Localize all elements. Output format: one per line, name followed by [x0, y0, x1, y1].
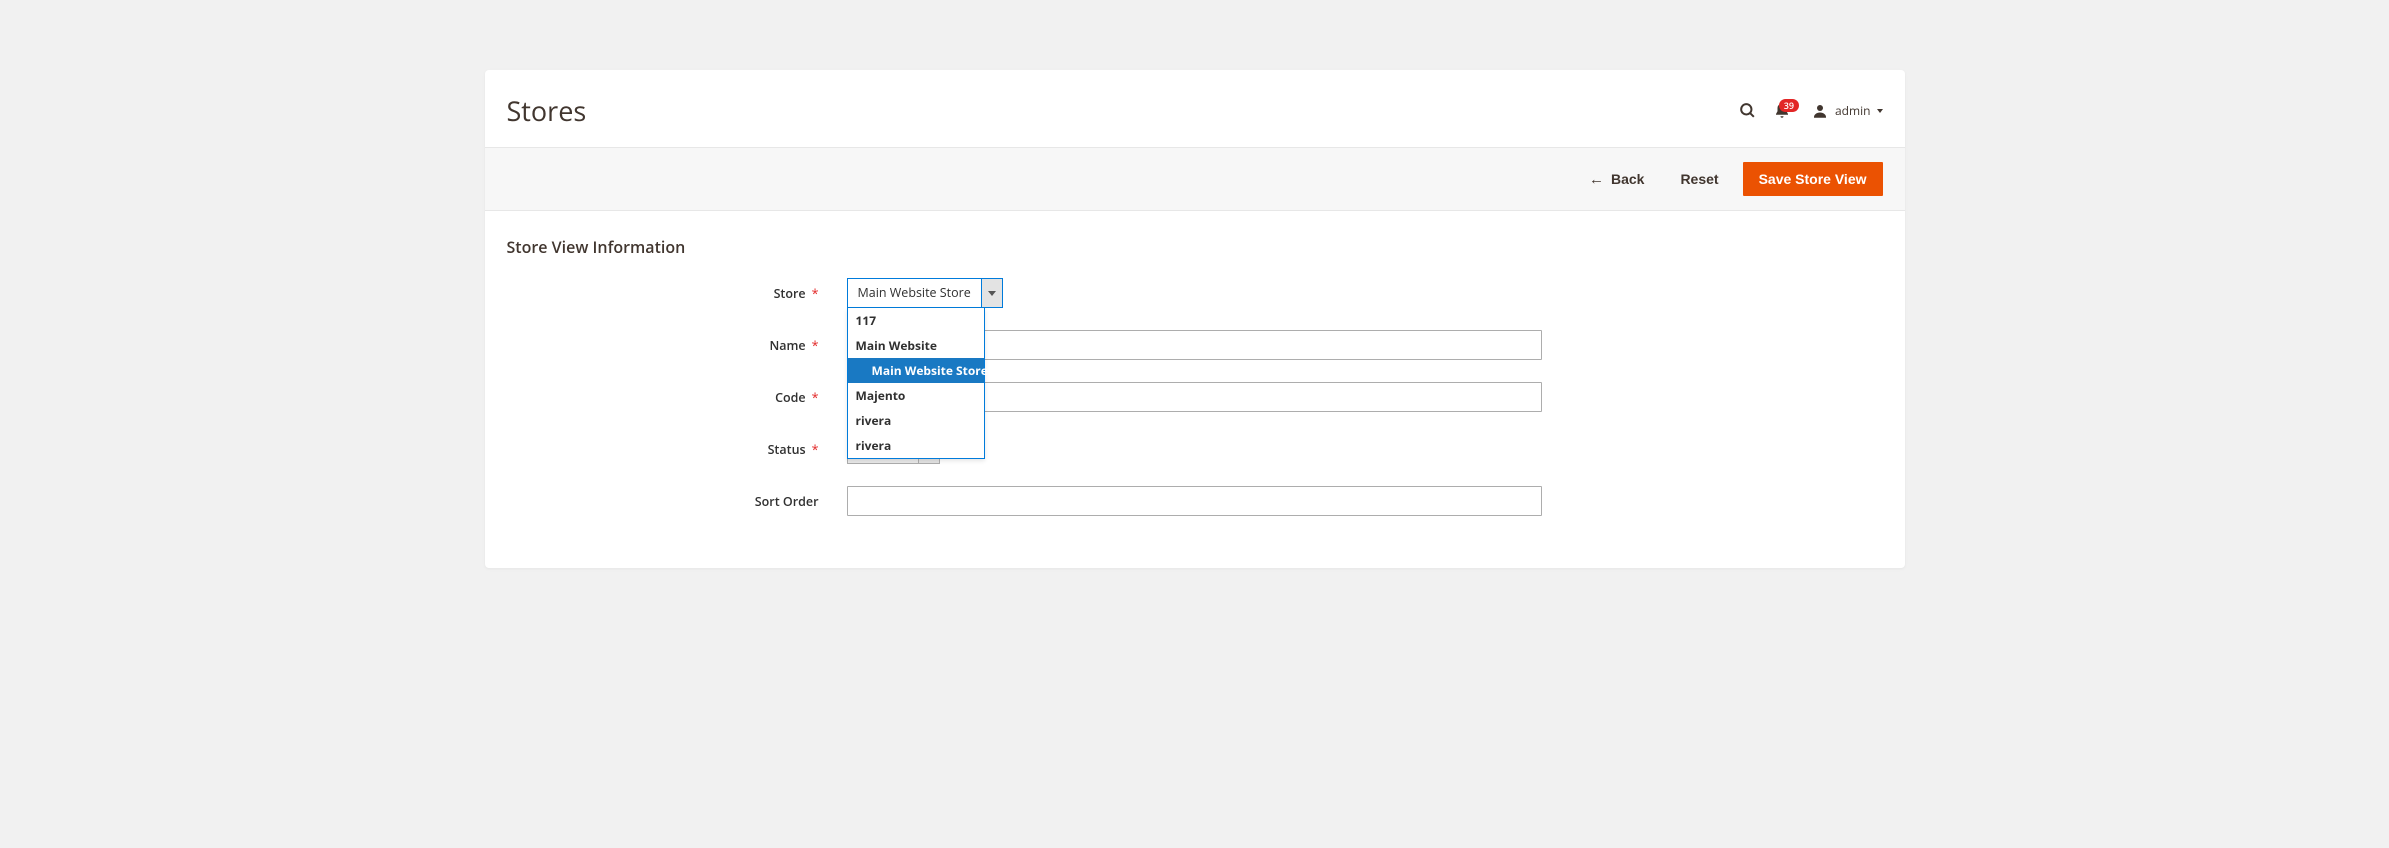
back-button[interactable]: ← Back	[1577, 163, 1656, 195]
store-select-toggle[interactable]	[981, 278, 1003, 308]
store-option[interactable]: rivera	[848, 408, 984, 433]
store-option[interactable]: Main Website	[848, 333, 984, 358]
search-icon[interactable]	[1738, 101, 1757, 120]
save-store-view-button[interactable]: Save Store View	[1743, 162, 1883, 196]
notification-badge: 39	[1779, 99, 1799, 112]
caret-down-icon	[988, 291, 996, 296]
store-option[interactable]: Majento	[848, 383, 984, 408]
arrow-left-icon: ←	[1589, 172, 1604, 187]
admin-user-menu[interactable]: admin	[1811, 102, 1883, 120]
page-title: Stores	[507, 92, 587, 129]
store-option-selected[interactable]: Main Website Store	[848, 358, 984, 383]
store-option[interactable]: rivera	[848, 433, 984, 458]
status-label: Status*	[507, 441, 847, 458]
store-select-value: Main Website Store	[847, 278, 981, 308]
admin-user-name: admin	[1835, 102, 1871, 119]
store-option[interactable]: 117	[848, 308, 984, 333]
section-title: Store View Information	[485, 211, 1905, 278]
user-icon	[1811, 102, 1829, 120]
chevron-down-icon	[1877, 109, 1883, 113]
store-label: Store*	[507, 285, 847, 302]
back-button-label: Back	[1611, 171, 1644, 187]
code-label: Code*	[507, 389, 847, 406]
store-dropdown: 117 Main Website Main Website Store Maje…	[847, 308, 985, 459]
sort-order-input[interactable]	[847, 486, 1542, 516]
name-label: Name*	[507, 337, 847, 354]
store-select[interactable]: Main Website Store	[847, 278, 1003, 308]
notifications-icon[interactable]: 39	[1773, 102, 1791, 120]
sort-order-label: Sort Order	[507, 493, 847, 510]
reset-button[interactable]: Reset	[1668, 163, 1730, 195]
